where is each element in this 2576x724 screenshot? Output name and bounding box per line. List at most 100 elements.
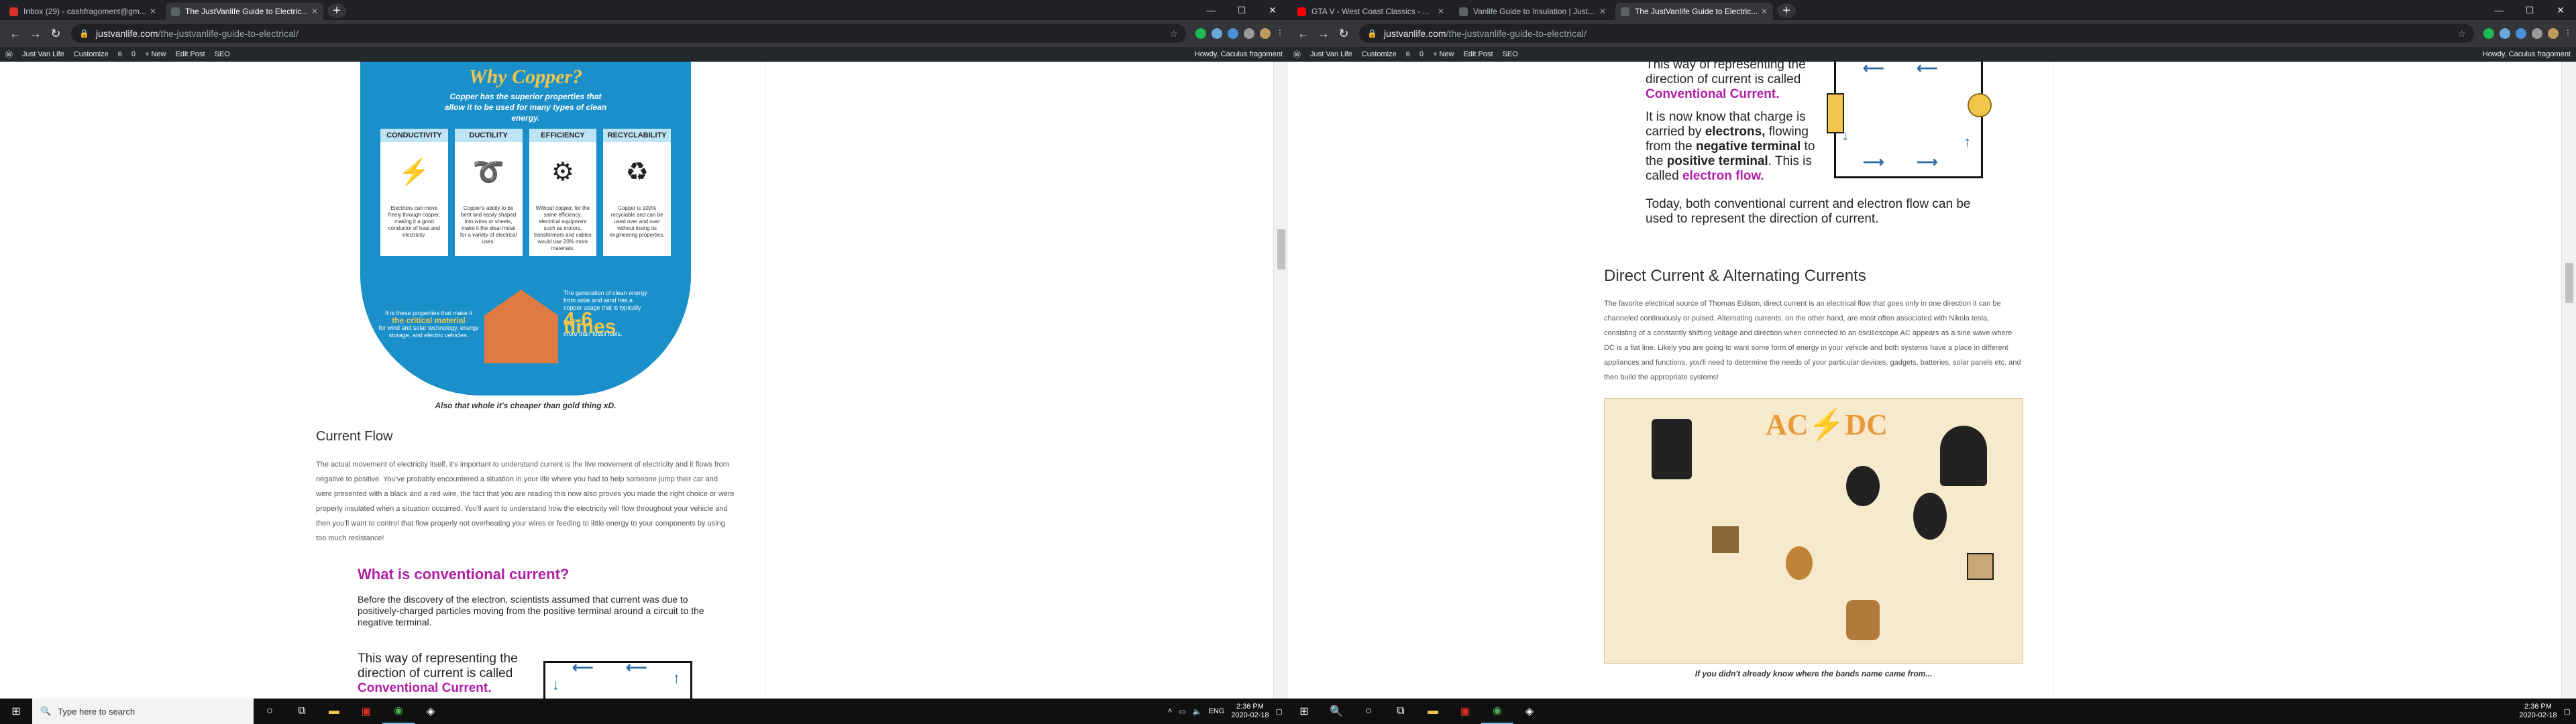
wp-new[interactable]: + New xyxy=(1433,50,1454,58)
infographic-lower: It is these properties that make it the c… xyxy=(360,276,691,397)
new-tab-button[interactable]: + xyxy=(327,3,346,18)
app-icon[interactable]: ▣ xyxy=(1449,699,1481,724)
windows-start-icon[interactable]: ⊞ xyxy=(0,699,32,724)
extension-icon[interactable] xyxy=(1212,28,1222,39)
back-icon[interactable]: ← xyxy=(5,27,25,41)
wp-updates[interactable]: 6 xyxy=(1406,50,1410,58)
new-tab-button[interactable]: + xyxy=(1777,3,1796,18)
wp-edit-post[interactable]: Edit Post xyxy=(176,50,205,58)
notifications-icon[interactable]: ▢ xyxy=(2564,707,2571,716)
task-view-icon[interactable]: ⧉ xyxy=(1385,699,1417,724)
reload-icon[interactable]: ↻ xyxy=(46,27,66,41)
site-icon xyxy=(1621,7,1629,16)
search-icon[interactable]: 🔍 xyxy=(1320,699,1352,724)
language-indicator[interactable]: ENG xyxy=(1208,707,1224,715)
wp-site[interactable]: Just Van Life xyxy=(1310,50,1352,58)
windows-start-icon[interactable]: ⊞ xyxy=(1288,699,1320,724)
chrome-icon[interactable]: ◉ xyxy=(382,699,415,724)
tab-insulation-guide[interactable]: Vanlife Guide to Insulation | Just... ✕ xyxy=(1454,3,1611,20)
tab-inbox[interactable]: Inbox (29) - cashfragoment@gm... ✕ xyxy=(4,3,162,20)
tab-youtube[interactable]: GTA V - West Coast Classics - ... ✕ xyxy=(1292,3,1450,20)
close-tab-icon[interactable]: ✕ xyxy=(1599,7,1606,16)
house-illustration xyxy=(484,290,558,363)
forward-icon[interactable]: → xyxy=(25,27,46,41)
close-tab-icon[interactable]: ✕ xyxy=(311,7,318,16)
file-explorer-icon[interactable]: ▬ xyxy=(1417,699,1449,724)
menu-icon[interactable]: ⋮ xyxy=(2564,28,2572,39)
scrollbar[interactable] xyxy=(1273,62,1288,699)
avatar[interactable] xyxy=(1260,28,1271,39)
maximize-icon[interactable]: ☐ xyxy=(2514,0,2545,20)
app-icon[interactable]: ◈ xyxy=(1513,699,1546,724)
star-icon[interactable]: ☆ xyxy=(2457,28,2466,40)
extension-icon[interactable] xyxy=(1244,28,1254,39)
extension-icon[interactable] xyxy=(1195,28,1206,39)
forward-icon[interactable]: → xyxy=(1313,27,1334,41)
app-icon[interactable]: ▣ xyxy=(350,699,382,724)
tab-electrical-guide[interactable]: The JustVanlife Guide to Electric... ✕ xyxy=(166,3,323,20)
wp-howdy[interactable]: Howdy, Caculus fragoment xyxy=(1195,50,1283,58)
task-view-icon[interactable]: ⧉ xyxy=(286,699,318,724)
clock[interactable]: 2:36 PM 2020-02-18 xyxy=(1231,703,1269,720)
wp-comments[interactable]: 0 xyxy=(1419,50,1424,58)
wp-seo[interactable]: SEO xyxy=(1503,50,1518,58)
close-tab-icon[interactable]: ✕ xyxy=(1438,7,1444,16)
current-flow-heading: Current Flow xyxy=(316,429,393,444)
scrollbar[interactable] xyxy=(2561,62,2576,699)
close-tab-icon[interactable]: ✕ xyxy=(150,7,156,16)
bulb-icon xyxy=(1968,93,1992,117)
notifications-icon[interactable]: ▢ xyxy=(1276,707,1283,716)
close-tab-icon[interactable]: ✕ xyxy=(1761,7,1768,16)
tray-up-icon[interactable]: ˄ xyxy=(1168,707,1172,715)
file-explorer-icon[interactable]: ▬ xyxy=(318,699,350,724)
clock[interactable]: 2:36 PM 2020-02-18 xyxy=(2519,703,2557,720)
taskbar-left: ⊞ 🔍 Type here to search ○ ⧉ ▬ ▣ ◉ ◈ ˄ ▭ 🔈… xyxy=(0,699,1288,724)
close-window-icon[interactable]: ✕ xyxy=(2545,0,2576,20)
app-icon[interactable]: ◈ xyxy=(415,699,447,724)
taskbar-search[interactable]: 🔍 Type here to search xyxy=(32,699,254,724)
extension-icon[interactable] xyxy=(2532,28,2542,39)
cortana-icon[interactable]: ○ xyxy=(254,699,286,724)
battery-icon xyxy=(1712,526,1739,553)
wp-customize[interactable]: Customize xyxy=(1362,50,1397,58)
close-window-icon[interactable]: ✕ xyxy=(1257,0,1288,20)
wp-admin-bar: Ⓦ Just Van Life Customize 6 0 + New Edit… xyxy=(0,47,1288,62)
extension-icon[interactable] xyxy=(2483,28,2494,39)
tab-electrical-guide[interactable]: The JustVanlife Guide to Electric... ✕ xyxy=(1615,3,1773,20)
volume-icon[interactable]: 🔈 xyxy=(1193,707,1202,716)
star-icon[interactable]: ☆ xyxy=(1169,28,1178,40)
menu-icon[interactable]: ⋮ xyxy=(1276,28,1284,39)
chrome-icon[interactable]: ◉ xyxy=(1481,699,1513,724)
extension-icon[interactable] xyxy=(2500,28,2510,39)
extension-icon[interactable] xyxy=(2516,28,2526,39)
maximize-icon[interactable]: ☐ xyxy=(1226,0,1257,20)
extension-icon[interactable] xyxy=(1228,28,1238,39)
cortana-icon[interactable]: ○ xyxy=(1352,699,1385,724)
scroll-thumb[interactable] xyxy=(2565,263,2573,303)
wp-customize[interactable]: Customize xyxy=(74,50,109,58)
reload-icon[interactable]: ↻ xyxy=(1334,27,1354,41)
minimize-icon[interactable]: — xyxy=(1195,0,1226,20)
wp-updates[interactable]: 6 xyxy=(118,50,122,58)
arrow-right-icon: ⟶ xyxy=(1863,154,1884,170)
wp-comments[interactable]: 0 xyxy=(131,50,136,58)
wp-howdy[interactable]: Howdy, Caculus fragoment xyxy=(2483,50,2571,58)
back-icon[interactable]: ← xyxy=(1293,27,1313,41)
minimize-icon[interactable]: — xyxy=(2483,0,2514,20)
avatar[interactable] xyxy=(2548,28,2559,39)
url-input[interactable]: 🔒 justvanlife.com/the-justvanlife-guide-t… xyxy=(1359,24,2474,43)
wp-logo-icon[interactable]: Ⓦ xyxy=(5,49,13,60)
wp-logo-icon[interactable]: Ⓦ xyxy=(1293,49,1301,60)
acdc-infographic: AC⚡DC xyxy=(1604,398,2023,664)
infographic-title: Why Copper? xyxy=(468,66,583,88)
wp-seo[interactable]: SEO xyxy=(215,50,230,58)
arrow-right-icon: ⟶ xyxy=(1917,154,1938,170)
tesla-figure xyxy=(1940,426,1987,486)
representation-text: This way of representing the direction o… xyxy=(1646,62,1806,101)
network-icon[interactable]: ▭ xyxy=(1179,707,1185,716)
url-input[interactable]: 🔒 justvanlife.com/the-justvanlife-guide-t… xyxy=(71,24,1186,43)
scroll-thumb[interactable] xyxy=(1277,229,1285,269)
wp-new[interactable]: + New xyxy=(145,50,166,58)
wp-edit-post[interactable]: Edit Post xyxy=(1464,50,1493,58)
wp-site[interactable]: Just Van Life xyxy=(22,50,64,58)
